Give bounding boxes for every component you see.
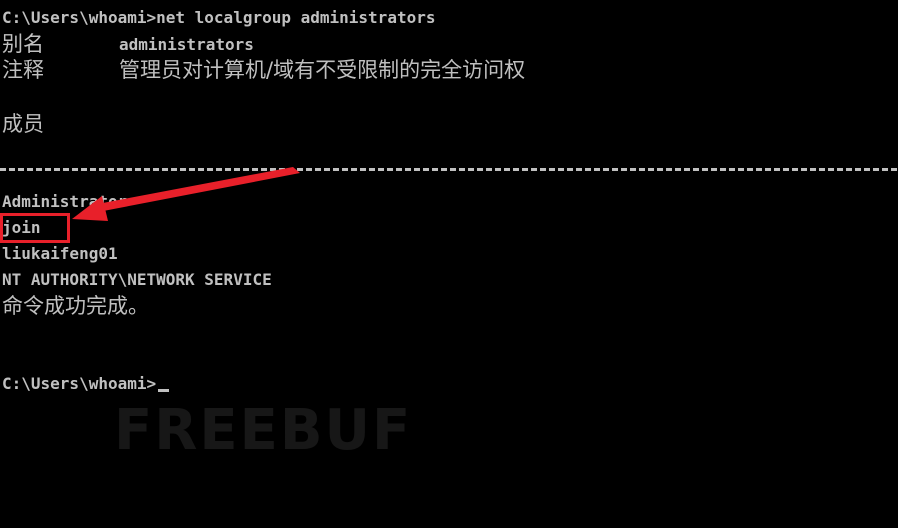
members-label: 成员 <box>2 112 44 136</box>
alias-value: administrators <box>119 35 254 54</box>
comment-label: 注释 <box>2 58 44 82</box>
command-prompt-line: C:\Users\whoami>net localgroup administr… <box>2 8 436 27</box>
member-item: liukaifeng01 <box>2 244 118 263</box>
arrow-icon <box>72 167 300 221</box>
text-cursor <box>158 389 170 392</box>
highlight-box <box>0 213 70 243</box>
watermark-text: FREEBUF <box>113 398 413 463</box>
console-window[interactable]: C:\Users\whoami>net localgroup administr… <box>0 0 898 463</box>
alias-label: 别名 <box>2 32 44 56</box>
comment-value: 管理员对计算机/域有不受限制的完全访问权 <box>119 58 526 82</box>
completion-message: 命令成功完成。 <box>2 294 149 318</box>
final-prompt-line[interactable]: C:\Users\whoami> <box>2 374 170 394</box>
final-prompt-text: C:\Users\whoami> <box>2 374 157 393</box>
member-item: NT AUTHORITY\NETWORK SERVICE <box>2 270 272 289</box>
watermark-logo: FREEBUF <box>28 333 412 528</box>
